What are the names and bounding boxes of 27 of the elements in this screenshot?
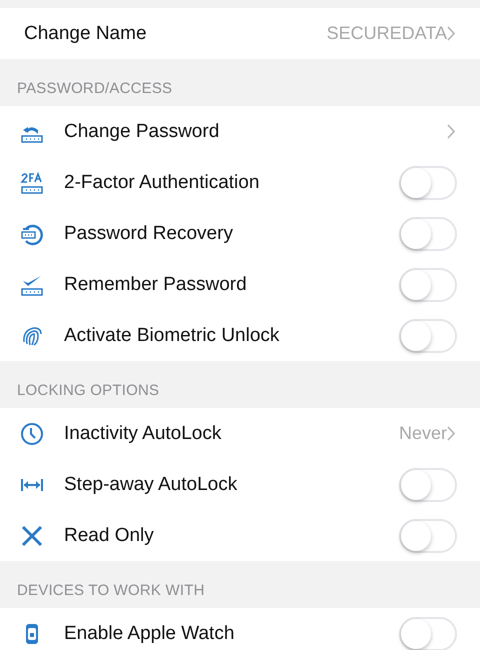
toggle-switch[interactable]: [399, 166, 457, 200]
row-label: Remember Password: [64, 274, 248, 296]
row-label: Password Recovery: [64, 222, 234, 244]
chevron-icon: [447, 124, 456, 139]
toggle-switch[interactable]: [399, 216, 457, 250]
value-text: SECUREDATA: [326, 23, 447, 44]
toggle-switch[interactable]: [399, 468, 457, 502]
row-label: Enable Apple Watch: [64, 622, 236, 644]
clock-icon: [20, 422, 44, 446]
row-label: 2-Factor Authentication: [64, 172, 260, 194]
row-label: Read Only: [64, 524, 155, 546]
section-header: PASSWORD/ACCESS: [17, 80, 172, 97]
row-label: Change Password: [64, 120, 220, 142]
section-header: DEVICES TO WORK WITH: [17, 582, 205, 599]
row-label: Activate Biometric Unlock: [64, 324, 280, 346]
toggle-switch[interactable]: [399, 268, 457, 302]
row-label: Step-away AutoLock: [64, 474, 238, 496]
chevron-icon: [447, 26, 456, 41]
toggle-switch[interactable]: [399, 616, 457, 650]
chevron-icon: [447, 426, 456, 441]
two-factor-icon: [20, 170, 44, 194]
row-label: Change Name: [24, 22, 148, 44]
toggle-switch[interactable]: [399, 318, 457, 352]
section-header: LOCKING OPTIONS: [17, 382, 160, 399]
value-text: Never: [398, 423, 447, 444]
row-label: Inactivity AutoLock: [64, 422, 222, 444]
toggle-switch[interactable]: [399, 518, 457, 552]
